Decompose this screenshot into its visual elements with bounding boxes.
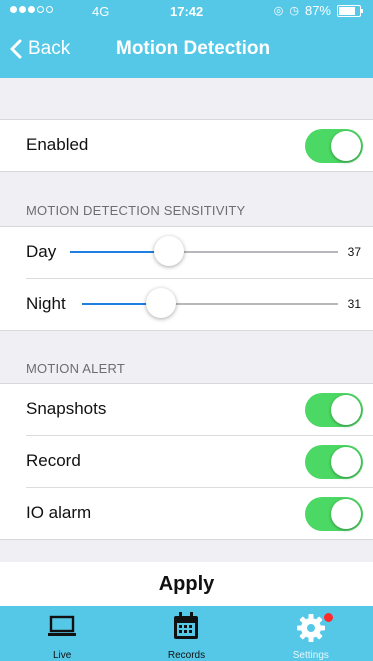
signal-dots-icon [10,6,53,13]
battery-percent: 87% [304,3,331,18]
night-value: 31 [347,297,361,311]
motion-alert-header: MOTION ALERT [26,361,125,376]
back-label: Back [28,38,71,59]
day-label: Day [26,242,57,261]
apply-button[interactable]: Apply [0,562,373,606]
status-time: 17:42 [170,4,204,19]
battery-icon [337,4,363,17]
enabled-group: Enabled [0,119,373,172]
record-label: Record [26,451,81,470]
day-slider-row: Day 37 [26,227,373,278]
page-title: Motion Detection [116,38,271,59]
night-slider-thumb[interactable] [146,288,177,318]
enabled-toggle[interactable] [305,129,363,163]
tab-live[interactable]: Live [0,606,124,661]
tab-bar: Live Records Settings [0,606,373,661]
tab-settings-label: Settings [292,650,329,661]
record-row: Record [26,435,373,487]
header: 4G 17:42 ◎ ◷ 87% Back Motion Detection [0,0,373,78]
gear-icon [296,614,325,642]
io-alarm-label: IO alarm [26,503,92,522]
snapshots-toggle[interactable] [305,393,363,427]
alarm-icon: ◷ [289,5,299,17]
enabled-row: Enabled [0,120,373,171]
day-value: 37 [347,245,361,259]
tab-records[interactable]: Records [124,606,248,661]
status-right: ◎ ◷ 87% [273,3,363,18]
tab-records-label: Records [167,650,206,661]
location-icon: ◎ [273,5,284,17]
io-alarm-toggle[interactable] [305,497,363,531]
laptop-icon [48,615,77,636]
enabled-label: Enabled [26,135,89,154]
chevron-left-icon [10,39,22,59]
night-slider[interactable] [82,288,338,318]
sensitivity-header: MOTION DETECTION SENSITIVITY [26,203,246,218]
back-button[interactable]: Back [10,38,70,60]
nav-bar: Back Motion Detection [0,24,373,78]
motion-alert-group: Snapshots Record IO alarm [0,383,373,540]
night-slider-row: Night 31 [26,278,373,330]
calendar-icon [174,612,199,639]
tab-live-label: Live [52,650,72,661]
tab-settings[interactable]: Settings [249,606,373,661]
settings-badge [323,613,333,622]
snapshots-row: Snapshots [0,384,373,435]
day-slider[interactable] [70,236,338,266]
status-bar: 4G 17:42 ◎ ◷ 87% [0,0,373,24]
night-label: Night [26,294,66,313]
carrier-label: 4G [92,4,110,19]
record-toggle[interactable] [305,445,363,479]
snapshots-label: Snapshots [26,399,107,418]
day-slider-thumb[interactable] [154,236,185,266]
io-alarm-row: IO alarm [26,487,373,539]
sensitivity-group: Day 37 Night 31 [0,226,373,331]
